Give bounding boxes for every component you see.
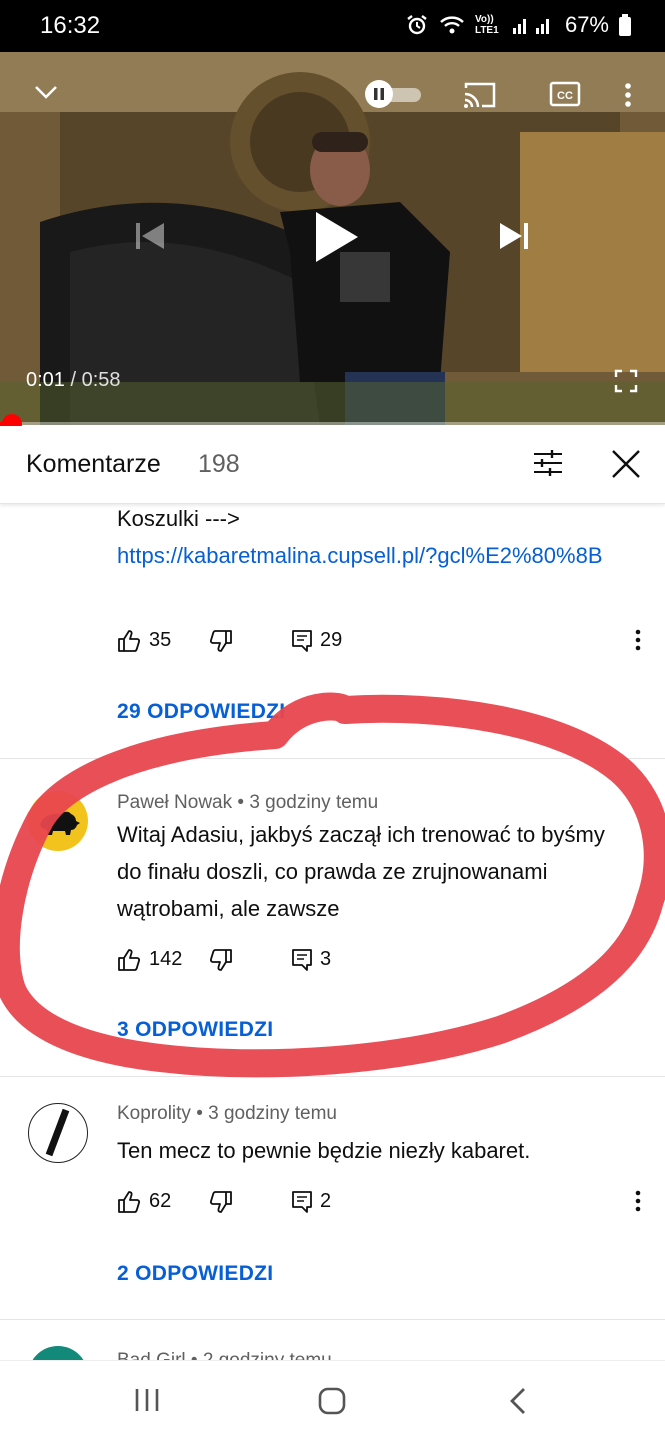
home-icon[interactable]	[318, 1387, 346, 1420]
comment-author[interactable]: Bad Girl	[117, 1350, 186, 1360]
current-time: 0:01	[26, 369, 65, 391]
meta-separator: •	[237, 792, 245, 813]
cc-icon[interactable]: CC	[549, 80, 581, 113]
like-count: 35	[149, 629, 172, 651]
meta-separator: •	[196, 1103, 203, 1124]
replies-button[interactable]: 29 ODPOWIEDZI	[117, 700, 285, 724]
more-vert-icon[interactable]	[624, 82, 632, 113]
comment-item: Paweł Nowak • 3 godziny temu Witaj Adasi…	[0, 759, 665, 1075]
reply-count: 2	[320, 1190, 332, 1212]
dislike-icon[interactable]	[209, 948, 233, 977]
comment-text: Witaj Adasiu, jakbyś zaczął ich trenować…	[117, 822, 605, 921]
reply-icon[interactable]	[291, 948, 313, 977]
like-count: 142	[149, 948, 183, 970]
comment-link[interactable]: https://kabaretmalina.cupsell.pl/?gcl%E2…	[117, 537, 627, 574]
dislike-icon[interactable]	[209, 1190, 233, 1219]
close-icon[interactable]	[610, 448, 642, 485]
comment-author[interactable]: Koprolity	[117, 1103, 191, 1124]
system-nav-bar	[0, 1360, 665, 1440]
comment-actions: 35 29	[117, 627, 647, 657]
cast-icon[interactable]	[462, 80, 498, 115]
comment-author[interactable]: Paweł Nowak	[117, 792, 232, 813]
more-vert-icon[interactable]	[635, 629, 641, 656]
comments-count: 198	[198, 450, 240, 478]
battery-icon	[619, 14, 631, 36]
status-icons: Vo)) LTE1 67%	[405, 12, 631, 38]
previous-icon[interactable]	[134, 220, 166, 257]
comment-text: Koszulki ---> https://kabaretmalina.cups…	[117, 504, 627, 574]
like-icon[interactable]	[117, 1190, 141, 1219]
pause-toggle-icon[interactable]	[363, 80, 423, 113]
comment-item: Bad Girl • 2 godziny temu	[0, 1320, 665, 1360]
reply-count: 3	[320, 948, 332, 970]
back-icon[interactable]	[508, 1387, 528, 1420]
duration: 0:58	[81, 369, 121, 391]
comments-header: Komentarze 198	[0, 426, 665, 504]
avatar[interactable]	[28, 1346, 88, 1360]
video-timecode: 0:01 / 0:58	[26, 369, 121, 392]
svg-text:CC: CC	[557, 90, 573, 102]
sort-filter-icon[interactable]	[532, 448, 564, 483]
fullscreen-icon[interactable]	[614, 369, 638, 398]
avatar[interactable]	[28, 1103, 88, 1163]
dislike-icon[interactable]	[209, 629, 233, 658]
like-icon[interactable]	[117, 629, 141, 658]
reply-icon[interactable]	[291, 629, 313, 658]
comments-title: Komentarze	[26, 450, 161, 478]
recent-apps-icon[interactable]	[134, 1387, 160, 1418]
comment-meta: Paweł Nowak • 3 godziny temu	[117, 792, 378, 814]
comment-meta: Koprolity • 3 godziny temu	[117, 1103, 337, 1125]
replies-button[interactable]: 2 ODPOWIEDZI	[117, 1262, 273, 1286]
comment-text: Ten mecz to pewnie będzie niezły kabaret…	[117, 1138, 531, 1163]
comment-time: 3 godziny temu	[208, 1103, 337, 1124]
avatar[interactable]	[28, 791, 88, 851]
alarm-icon	[405, 13, 429, 37]
meta-separator: •	[191, 1350, 198, 1360]
play-icon[interactable]	[314, 210, 360, 269]
wifi-icon	[439, 14, 465, 36]
signal-icon	[511, 14, 555, 36]
replies-button[interactable]: 3 ODPOWIEDZI	[117, 1018, 273, 1042]
more-vert-icon[interactable]	[635, 1190, 641, 1217]
reply-icon[interactable]	[291, 1190, 313, 1219]
like-icon[interactable]	[117, 948, 141, 977]
reply-count: 29	[320, 629, 343, 651]
comment-actions: 62 2	[117, 1188, 647, 1218]
chevron-down-icon[interactable]	[34, 84, 58, 105]
comment-time: 3 godziny temu	[249, 792, 379, 813]
comment-item: Koszulki ---> https://kabaretmalina.cups…	[0, 504, 665, 758]
next-icon[interactable]	[498, 220, 530, 257]
comment-item: Koprolity • 3 godziny temu Ten mecz to p…	[0, 1077, 665, 1317]
battery-percent: 67%	[564, 12, 609, 37]
network-label: Vo)) LTE1	[474, 14, 499, 36]
comments-list[interactable]: Koszulki ---> https://kabaretmalina.cups…	[0, 504, 665, 1360]
comment-actions: 142 3	[117, 946, 647, 976]
like-count: 62	[149, 1190, 172, 1212]
comment-time: 2 godziny temu	[203, 1350, 332, 1360]
status-time: 16:32	[40, 12, 101, 39]
comment-text-line: Koszulki --->	[117, 506, 240, 531]
time-separator: /	[70, 369, 77, 391]
status-bar: 16:32 Vo)) LTE1 67%	[0, 0, 665, 52]
comment-meta: Bad Girl • 2 godziny temu	[117, 1350, 332, 1360]
